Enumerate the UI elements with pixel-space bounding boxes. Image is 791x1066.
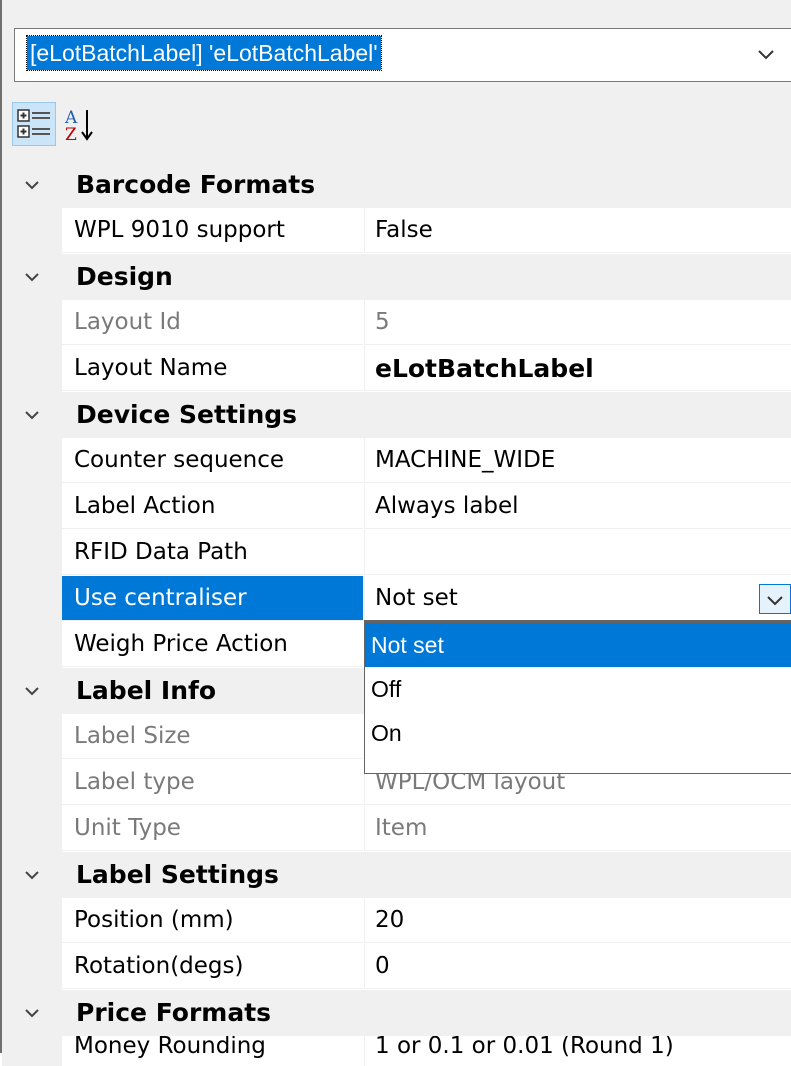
property-name: Weigh Price Action — [62, 622, 363, 667]
property-name: Money Rounding — [62, 1036, 363, 1066]
property-name: RFID Data Path — [62, 530, 363, 575]
property-row-counter-sequence[interactable]: Counter sequence MACHINE_WIDE — [2, 438, 791, 484]
category-design[interactable]: Design — [2, 254, 791, 300]
property-row-use-centraliser[interactable]: Use centraliser Not set — [2, 576, 791, 622]
category-label-settings[interactable]: Label Settings — [2, 852, 791, 898]
property-name: WPL 9010 support — [62, 208, 363, 253]
property-row-layout-name[interactable]: Layout Name eLotBatchLabel — [2, 346, 791, 392]
row-gutter — [2, 208, 62, 254]
property-row-layout-id[interactable]: Layout Id 5 — [2, 300, 791, 346]
row-gutter — [2, 438, 62, 484]
row-gutter — [2, 760, 62, 806]
category-label: Design — [76, 262, 173, 291]
category-label: Barcode Formats — [76, 170, 316, 199]
property-row-wpl-9010-support[interactable]: WPL 9010 support False — [2, 208, 791, 254]
row-gutter — [2, 576, 62, 622]
property-row-unit-type[interactable]: Unit Type Item — [2, 806, 791, 852]
chevron-down-icon[interactable] — [755, 43, 777, 65]
property-name: Layout Id — [62, 300, 363, 345]
value-dropdown-button[interactable] — [759, 584, 791, 614]
svg-text:Z: Z — [65, 125, 77, 145]
row-gutter — [2, 530, 62, 576]
collapse-chevron-icon[interactable] — [22, 681, 42, 701]
property-value[interactable]: eLotBatchLabel — [364, 346, 791, 391]
property-value[interactable]: Always label — [364, 484, 791, 529]
property-value[interactable]: 0 — [364, 944, 791, 989]
category-device-settings[interactable]: Device Settings — [2, 392, 791, 438]
property-name: Unit Type — [62, 806, 363, 851]
row-gutter — [2, 898, 62, 944]
collapse-chevron-icon[interactable] — [22, 175, 42, 195]
property-row-money-rounding[interactable]: Money Rounding 1 or 0.1 or 0.01 (Round 1… — [2, 1036, 791, 1066]
property-value: 5 — [364, 300, 791, 345]
category-price-formats[interactable]: Price Formats — [2, 990, 791, 1036]
property-row-rotation-degs[interactable]: Rotation(degs) 0 — [2, 944, 791, 990]
property-value: Not set — [375, 585, 458, 611]
collapse-chevron-icon[interactable] — [22, 865, 42, 885]
property-name: Layout Name — [62, 346, 363, 391]
property-name: Label type — [62, 760, 363, 805]
property-name: Label Action — [62, 484, 363, 529]
categorized-view-icon — [17, 109, 50, 138]
property-value-editor[interactable]: Not set — [364, 576, 791, 621]
row-gutter — [2, 346, 62, 392]
category-label: Label Info — [76, 676, 217, 705]
collapse-chevron-icon[interactable] — [22, 1003, 42, 1023]
collapse-chevron-icon[interactable] — [22, 267, 42, 287]
property-value: Item — [364, 806, 791, 851]
property-value[interactable]: 20 — [364, 898, 791, 943]
property-row-label-action[interactable]: Label Action Always label — [2, 484, 791, 530]
object-picker-combobox[interactable]: [eLotBatchLabel] 'eLotBatchLabel' — [14, 28, 791, 82]
sort-alphabetical-icon: A Z — [64, 108, 93, 145]
property-value[interactable] — [364, 530, 791, 575]
property-grid-toolbar: A Z — [2, 92, 791, 162]
chevron-down-icon — [767, 596, 783, 606]
collapse-chevron-icon[interactable] — [22, 405, 42, 425]
dropdown-option-on[interactable]: On — [365, 711, 791, 755]
object-picker-value: [eLotBatchLabel] 'eLotBatchLabel' — [26, 35, 382, 71]
row-gutter — [2, 622, 62, 668]
category-label: Label Settings — [76, 860, 279, 889]
property-value[interactable]: False — [364, 208, 791, 253]
row-gutter — [2, 714, 62, 760]
alphabetical-view-button[interactable]: A Z — [60, 102, 104, 146]
property-name: Position (mm) — [62, 898, 363, 943]
dropdown-option-not-set[interactable]: Not set — [365, 623, 791, 667]
object-picker-area: [eLotBatchLabel] 'eLotBatchLabel' — [2, 10, 791, 92]
category-label: Price Formats — [76, 998, 272, 1027]
row-gutter — [2, 944, 62, 990]
property-grid: Barcode Formats WPL 9010 support False D… — [2, 162, 791, 1066]
row-gutter — [2, 300, 62, 346]
property-value[interactable]: MACHINE_WIDE — [364, 438, 791, 483]
property-name: Counter sequence — [62, 438, 363, 483]
row-gutter — [2, 1036, 62, 1066]
property-name: Label Size — [62, 714, 363, 759]
property-name: Use centraliser — [62, 576, 363, 621]
categorized-view-button[interactable] — [12, 102, 56, 146]
category-barcode-formats[interactable]: Barcode Formats — [2, 162, 791, 208]
use-centraliser-dropdown-list: Not set Off On — [364, 620, 791, 774]
property-row-position-mm[interactable]: Position (mm) 20 — [2, 898, 791, 944]
row-gutter — [2, 806, 62, 852]
dropdown-option-off[interactable]: Off — [365, 667, 791, 711]
property-row-rfid-data-path[interactable]: RFID Data Path — [2, 530, 791, 576]
property-name: Rotation(degs) — [62, 944, 363, 989]
row-gutter — [2, 484, 62, 530]
category-label: Device Settings — [76, 400, 298, 429]
property-value[interactable]: 1 or 0.1 or 0.01 (Round 1) — [364, 1036, 791, 1066]
